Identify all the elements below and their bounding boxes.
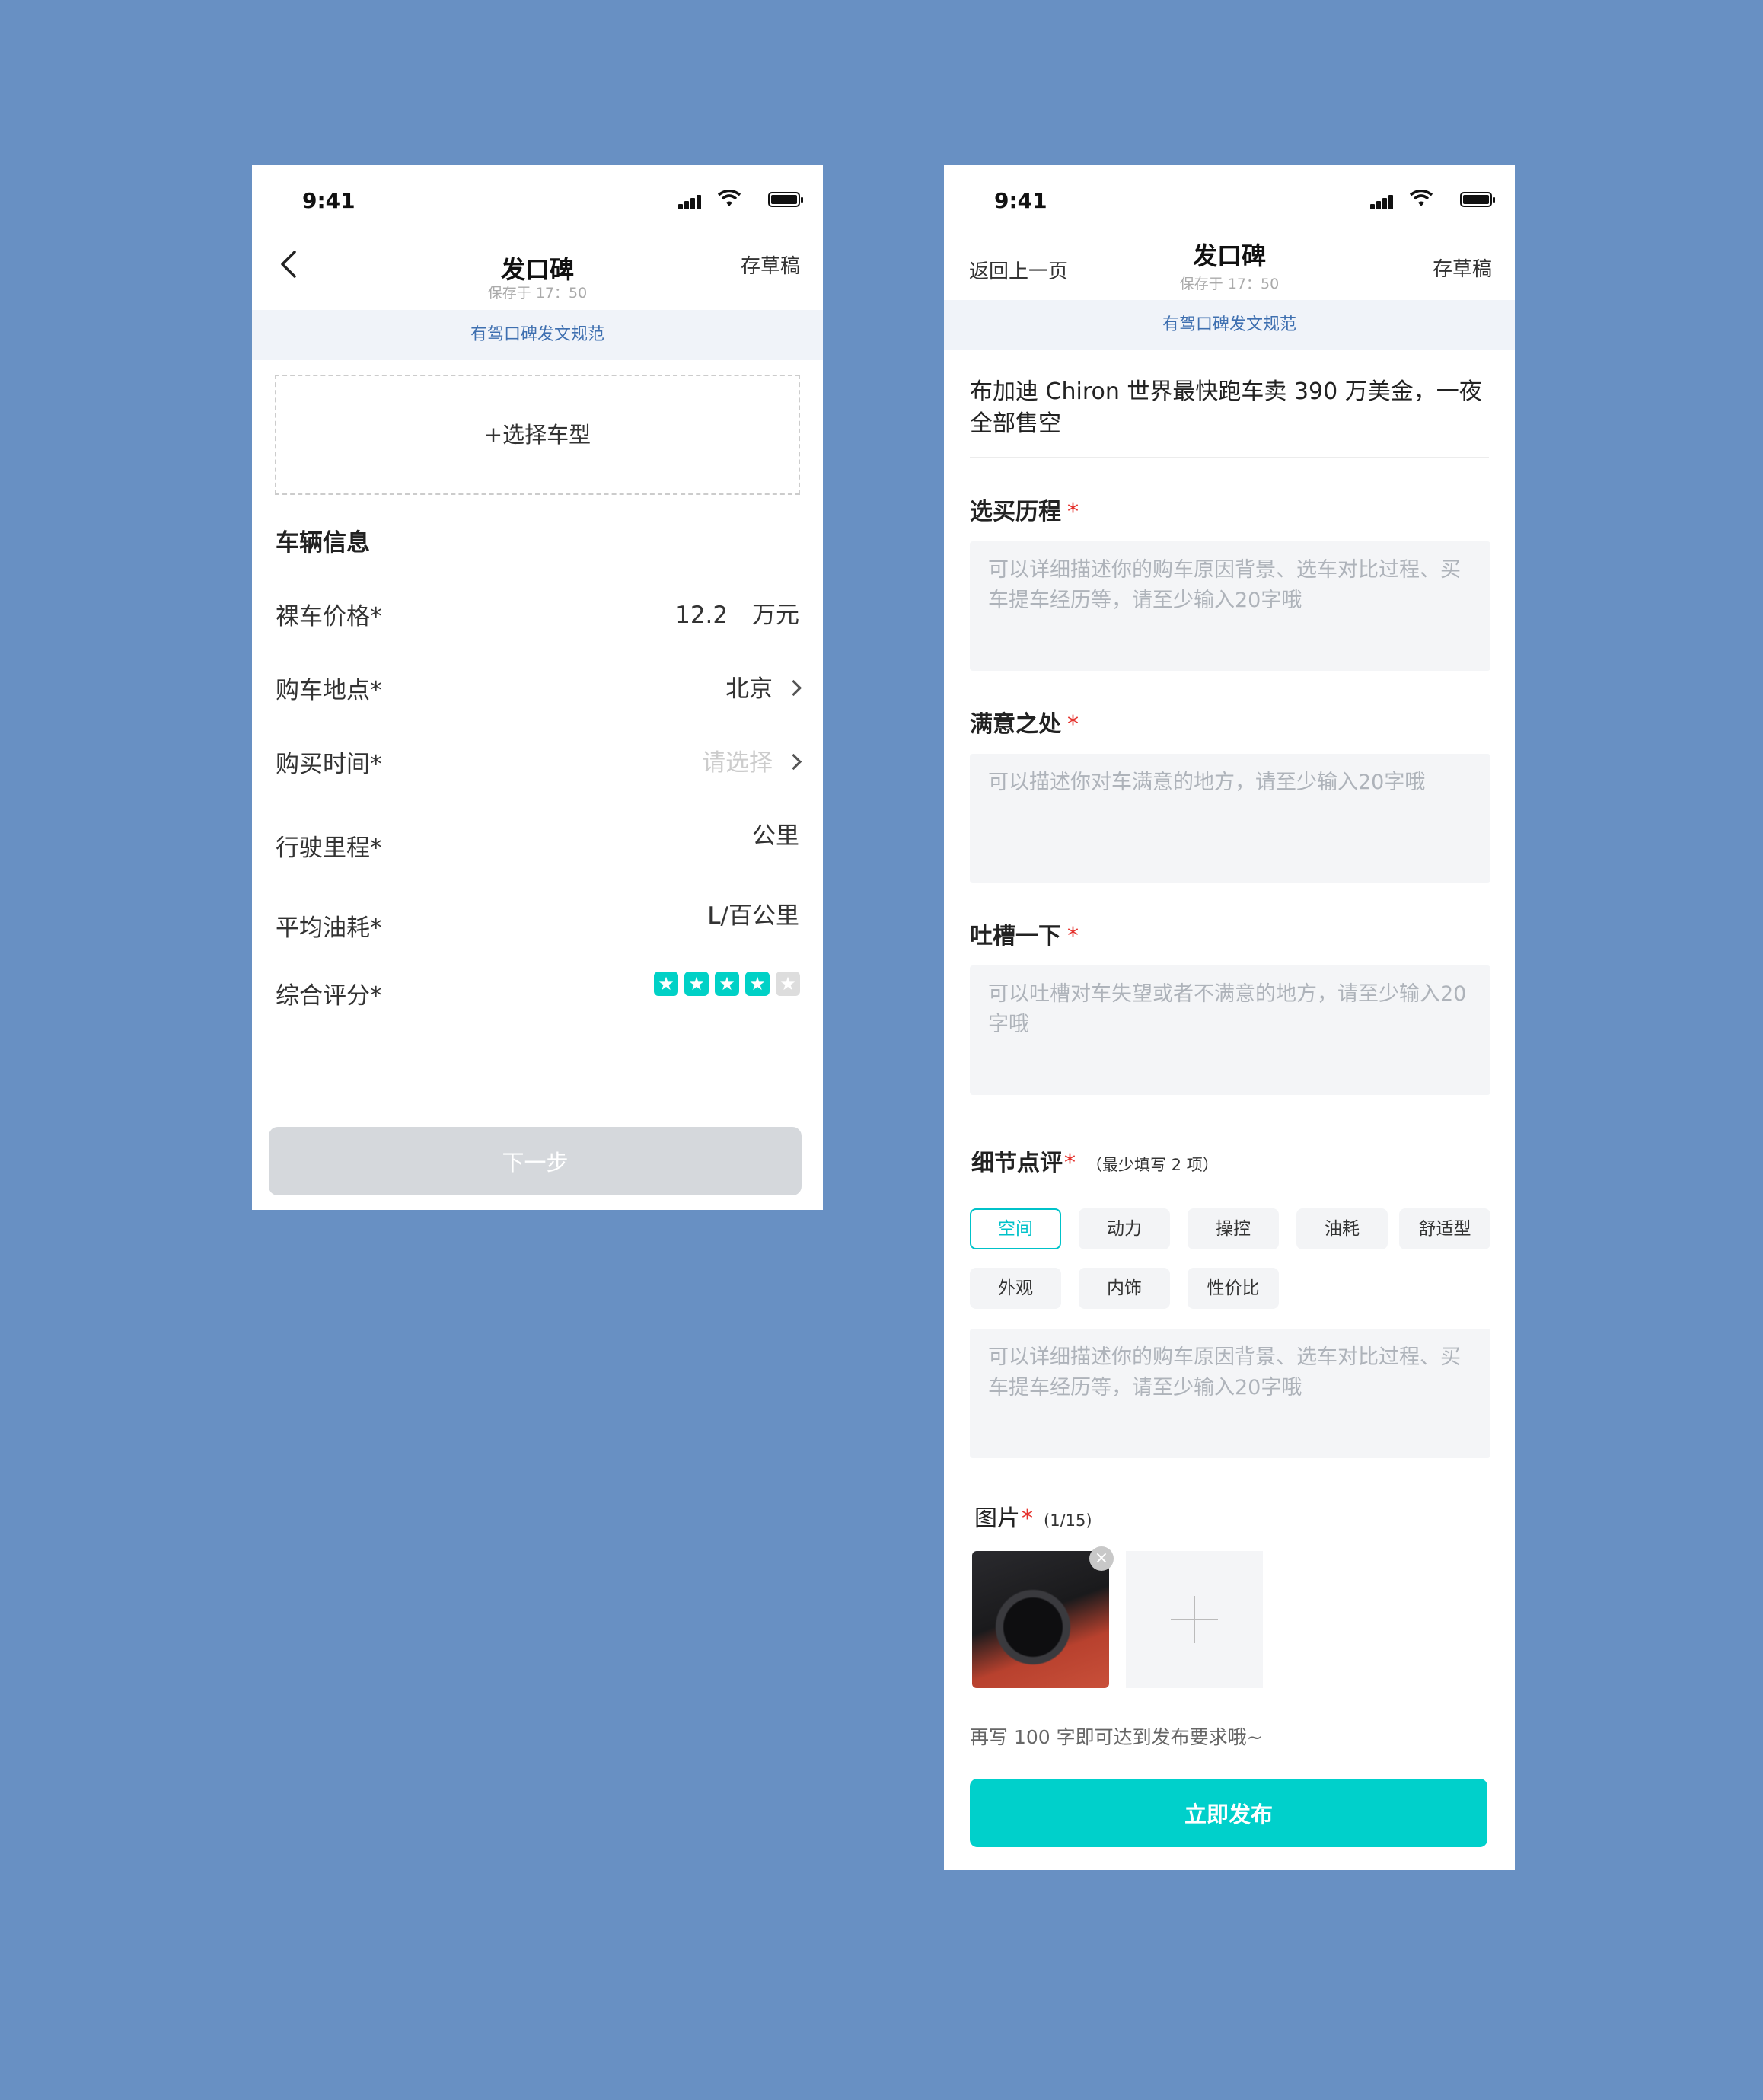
status-time: 9:41 bbox=[302, 188, 355, 213]
notice-link[interactable]: 有驾口碑发文规范 bbox=[252, 310, 823, 360]
detail-review-input[interactable] bbox=[970, 1329, 1490, 1458]
tag-value[interactable]: 性价比 bbox=[1188, 1268, 1279, 1309]
wifi-icon bbox=[1410, 190, 1433, 206]
save-draft-button[interactable]: 存草稿 bbox=[1433, 254, 1492, 282]
word-count-hint: 再写 100 字即可达到发布要求哦~ bbox=[970, 1726, 1263, 1748]
purchase-time-row[interactable]: 购买时间* 请选择 bbox=[252, 745, 823, 806]
status-bar: 9:41 bbox=[252, 165, 823, 219]
star-icon[interactable]: ★ bbox=[745, 972, 770, 996]
star-icon[interactable]: ★ bbox=[715, 972, 739, 996]
saved-time: 保存于 17：50 bbox=[487, 285, 588, 302]
close-icon[interactable]: × bbox=[1089, 1546, 1114, 1571]
plus-icon[interactable] bbox=[1126, 1551, 1263, 1688]
purchase-time-value[interactable]: 请选择 bbox=[702, 743, 802, 777]
detail-review-label: 细节点评* （最少填写 2 项） bbox=[971, 1150, 1219, 1176]
photos-count: (1/15) bbox=[1044, 1511, 1092, 1530]
chevron-right-icon bbox=[785, 753, 802, 771]
photos-label: 图片* (1/15) bbox=[974, 1505, 1092, 1532]
satisfied-label: 满意之处 * bbox=[970, 711, 1079, 738]
tag-space[interactable]: 空间 bbox=[970, 1208, 1061, 1249]
page-title: 发口碑 bbox=[1192, 241, 1266, 270]
location-row[interactable]: 购车地点* 北京 bbox=[252, 671, 823, 732]
complaint-label: 吐槽一下 * bbox=[970, 923, 1079, 949]
fuel-row[interactable]: 平均油耗* L/百公里 bbox=[252, 898, 823, 959]
location-value[interactable]: 北京 bbox=[725, 669, 802, 704]
mileage-label: 行驶里程* bbox=[276, 835, 382, 862]
star-icon[interactable]: ★ bbox=[684, 972, 709, 996]
price-number[interactable]: 12.2 bbox=[675, 602, 728, 629]
save-draft-button[interactable]: 存草稿 bbox=[741, 251, 800, 279]
notice-bar[interactable]: 有驾口碑发文规范 bbox=[252, 310, 823, 360]
page-title: 发口碑 bbox=[500, 255, 574, 284]
tag-power[interactable]: 动力 bbox=[1079, 1208, 1170, 1249]
star-icon[interactable]: ★ bbox=[776, 972, 800, 996]
publish-button[interactable]: 立即发布 bbox=[970, 1779, 1487, 1847]
rating-label: 综合评分* bbox=[276, 982, 382, 1010]
tag-fuel[interactable]: 油耗 bbox=[1296, 1208, 1388, 1249]
purchase-story-label: 选买历程 * bbox=[970, 499, 1079, 525]
detail-hint: （最少填写 2 项） bbox=[1086, 1156, 1219, 1174]
complaint-input[interactable] bbox=[970, 965, 1490, 1095]
rating-stars[interactable]: ★ ★ ★ ★ ★ bbox=[648, 972, 800, 996]
battery-icon bbox=[768, 192, 803, 207]
location-text: 北京 bbox=[725, 675, 773, 703]
saved-time: 保存于 17：50 bbox=[1179, 276, 1280, 292]
location-label: 购车地点* bbox=[276, 677, 382, 704]
price-unit: 万元 bbox=[752, 602, 799, 629]
purchase-time-label: 购买时间* bbox=[276, 751, 382, 778]
phone-screen-step2: 9:41 返回上一页 发口碑 保存于 17：50 存草稿 有驾口碑发文规范 布加… bbox=[944, 165, 1515, 1870]
mileage-row[interactable]: 行驶里程* 公里 bbox=[252, 818, 823, 879]
divider bbox=[970, 457, 1489, 458]
purchase-time-placeholder: 请选择 bbox=[702, 749, 773, 777]
car-interior-photo[interactable] bbox=[972, 1551, 1109, 1688]
wifi-icon bbox=[718, 190, 741, 206]
article-title: 布加迪 Chiron 世界最快跑车卖 390 万美金，一夜全部售空 bbox=[970, 378, 1482, 437]
price-row[interactable]: 裸车价格* 12.2 万元 bbox=[252, 597, 823, 658]
rating-row: 综合评分* ★ ★ ★ ★ ★ bbox=[252, 972, 823, 1037]
status-time: 9:41 bbox=[994, 188, 1047, 213]
status-icons bbox=[1370, 190, 1495, 209]
notice-bar[interactable]: 有驾口碑发文规范 bbox=[944, 300, 1515, 350]
purchase-story-input[interactable] bbox=[970, 541, 1490, 671]
phone-screen-step1: 9:41 发口碑 保存于 17：50 存草稿 有驾口碑发文规范 +选择车型 车辆… bbox=[252, 165, 823, 1210]
battery-icon bbox=[1460, 192, 1495, 207]
section-title: 车辆信息 bbox=[276, 529, 370, 557]
tag-interior[interactable]: 内饰 bbox=[1079, 1268, 1170, 1309]
tag-handling[interactable]: 操控 bbox=[1188, 1208, 1279, 1249]
fuel-unit[interactable]: L/百公里 bbox=[707, 896, 799, 930]
tag-exterior[interactable]: 外观 bbox=[970, 1268, 1061, 1309]
chevron-right-icon bbox=[785, 679, 802, 697]
notice-link[interactable]: 有驾口碑发文规范 bbox=[944, 300, 1515, 350]
status-bar: 9:41 bbox=[944, 165, 1515, 219]
star-icon[interactable]: ★ bbox=[654, 972, 678, 996]
price-label: 裸车价格* bbox=[276, 603, 382, 630]
next-step-button[interactable]: 下一步 bbox=[269, 1127, 802, 1195]
tag-comfort[interactable]: 舒适型 bbox=[1399, 1208, 1490, 1249]
price-value[interactable]: 12.2 万元 bbox=[675, 595, 799, 630]
select-model-button[interactable]: +选择车型 bbox=[275, 375, 800, 495]
mileage-unit[interactable]: 公里 bbox=[752, 816, 799, 851]
satisfied-input[interactable] bbox=[970, 754, 1490, 883]
fuel-label: 平均油耗* bbox=[276, 914, 382, 942]
status-icons bbox=[678, 190, 803, 209]
